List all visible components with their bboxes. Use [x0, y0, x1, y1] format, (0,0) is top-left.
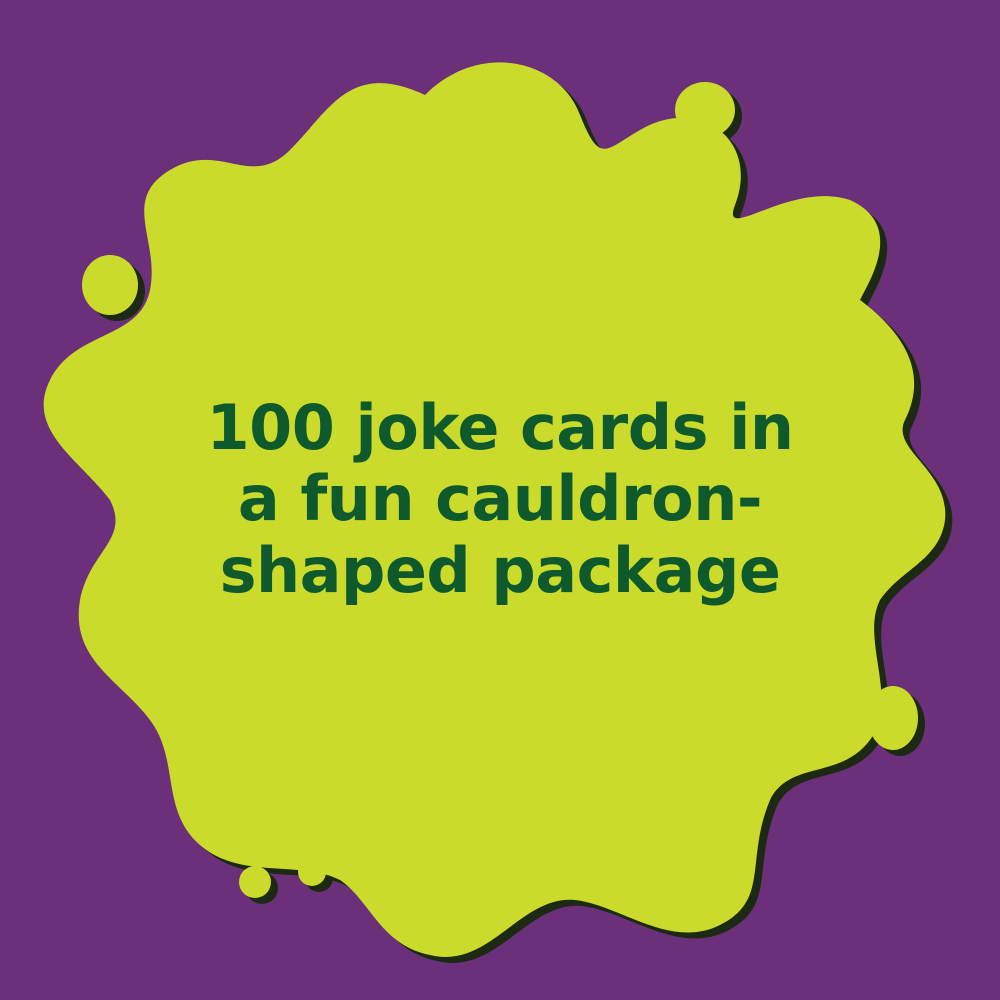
- headline-line-1: 100 joke cards in: [206, 391, 794, 464]
- promo-panel: 100 joke cards in a fun cauldron- shaped…: [0, 0, 1000, 1000]
- headline: 100 joke cards in a fun cauldron- shaped…: [150, 392, 850, 606]
- headline-line-3: shaped package: [219, 533, 781, 607]
- headline-line-2: a fun cauldron-: [237, 462, 763, 536]
